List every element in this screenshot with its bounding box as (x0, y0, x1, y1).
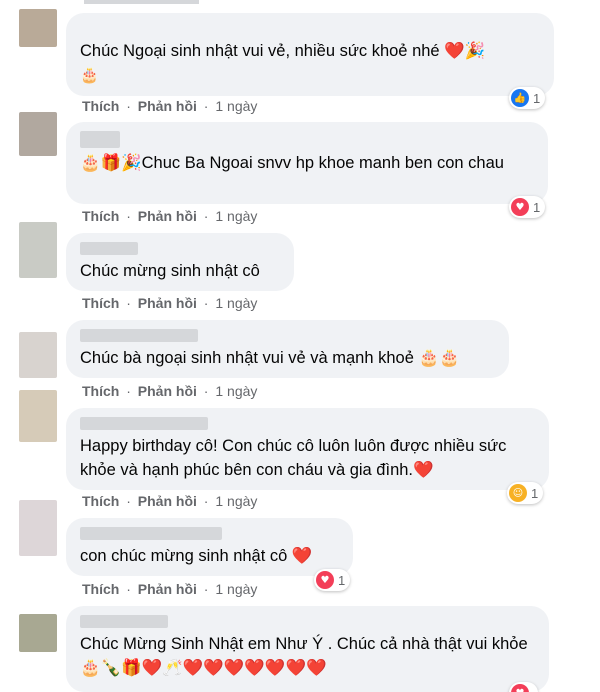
comment-bubble: Chúc Mừng Sinh Nhật em Như Ý . Chúc cả n… (66, 606, 549, 692)
comment-time: 1 ngày (215, 98, 258, 114)
comment-thread: Chúc Ngoại sinh nhật vui vẻ, nhiều sức k… (0, 0, 600, 692)
love-icon: ♥ (511, 198, 529, 216)
comment-time: 1 ngày (215, 208, 258, 224)
avatar[interactable] (19, 9, 57, 47)
reaction-count[interactable]: ♥ 1 (509, 196, 546, 218)
comment-actions: Thích · Phản hồi · 1 ngày (82, 383, 258, 399)
author-name[interactable] (80, 242, 138, 255)
avatar[interactable] (19, 222, 57, 278)
comment-text: Chúc bà ngoại sinh nhật vui vẻ và mạnh k… (80, 349, 460, 367)
reply-link[interactable]: Phản hồi (138, 383, 197, 399)
reaction-count[interactable]: ♥ 1 (314, 569, 351, 591)
reply-link[interactable]: Phản hồi (138, 208, 197, 224)
comment-text: Happy birthday cô! Con chúc cô luôn luôn… (80, 437, 511, 479)
comment-text: con chúc mừng sinh nhật cô ❤️ (80, 547, 313, 565)
like-icon: 👍 (511, 89, 529, 107)
previous-comment-fragment (84, 0, 199, 4)
comment-bubble: Happy birthday cô! Con chúc cô luôn luôn… (66, 408, 549, 490)
comment-actions: Thích · Phản hồi · 1 ngày (82, 295, 258, 311)
comment-text: 🎂🎁🎉Chuc Ba Ngoai snvv hp khoe manh ben c… (80, 154, 504, 172)
comment-time: 1 ngày (215, 295, 258, 311)
reply-link[interactable]: Phản hồi (138, 295, 197, 311)
like-link[interactable]: Thích (82, 581, 119, 597)
comment-bubble: Chúc mừng sinh nhật cô (66, 233, 294, 291)
reply-link[interactable]: Phản hồi (138, 493, 197, 509)
author-name[interactable] (80, 131, 120, 148)
author-name[interactable] (80, 417, 208, 430)
care-icon: ☺ (509, 484, 527, 502)
comment-time: 1 ngày (215, 493, 258, 509)
like-link[interactable]: Thích (82, 98, 119, 114)
like-link[interactable]: Thích (82, 383, 119, 399)
reaction-count[interactable]: ☺ 1 (507, 482, 544, 504)
comment-text: Chúc Mừng Sinh Nhật em Như Ý . Chúc cả n… (80, 635, 533, 677)
comment-actions: Thích · Phản hồi · 1 ngày (82, 493, 258, 509)
avatar[interactable] (19, 332, 57, 378)
comment-time: 1 ngày (215, 383, 258, 399)
reaction-count[interactable]: ♥ (509, 682, 538, 692)
avatar[interactable] (19, 500, 57, 556)
love-icon: ♥ (316, 571, 334, 589)
comment-text: Chúc mừng sinh nhật cô (80, 262, 260, 280)
like-link[interactable]: Thích (82, 493, 119, 509)
comment-bubble: Chúc Ngoại sinh nhật vui vẻ, nhiều sức k… (66, 13, 554, 96)
author-name[interactable] (80, 527, 222, 540)
reaction-count[interactable]: 👍 1 (509, 87, 546, 109)
avatar[interactable] (19, 112, 57, 156)
love-icon: ♥ (511, 684, 529, 692)
comment-text: Chúc Ngoại sinh nhật vui vẻ, nhiều sức k… (80, 42, 486, 60)
comment-bubble: Chúc bà ngoại sinh nhật vui vẻ và mạnh k… (66, 320, 509, 378)
comment-actions: Thích · Phản hồi · 1 ngày (82, 98, 258, 114)
author-name[interactable] (80, 329, 198, 342)
reply-link[interactable]: Phản hồi (138, 581, 197, 597)
comment-actions: Thích · Phản hồi · 1 ngày (82, 581, 258, 597)
comment-bubble: con chúc mừng sinh nhật cô ❤️ (66, 518, 353, 576)
like-link[interactable]: Thích (82, 295, 119, 311)
avatar[interactable] (19, 614, 57, 652)
comment-time: 1 ngày (215, 581, 258, 597)
comment-emoji: 🎂 (80, 66, 99, 84)
like-link[interactable]: Thích (82, 208, 119, 224)
comment-actions: Thích · Phản hồi · 1 ngày (82, 208, 258, 224)
comment-bubble: 🎂🎁🎉Chuc Ba Ngoai snvv hp khoe manh ben c… (66, 122, 548, 204)
reply-link[interactable]: Phản hồi (138, 98, 197, 114)
avatar[interactable] (19, 390, 57, 442)
author-name[interactable] (80, 615, 168, 628)
